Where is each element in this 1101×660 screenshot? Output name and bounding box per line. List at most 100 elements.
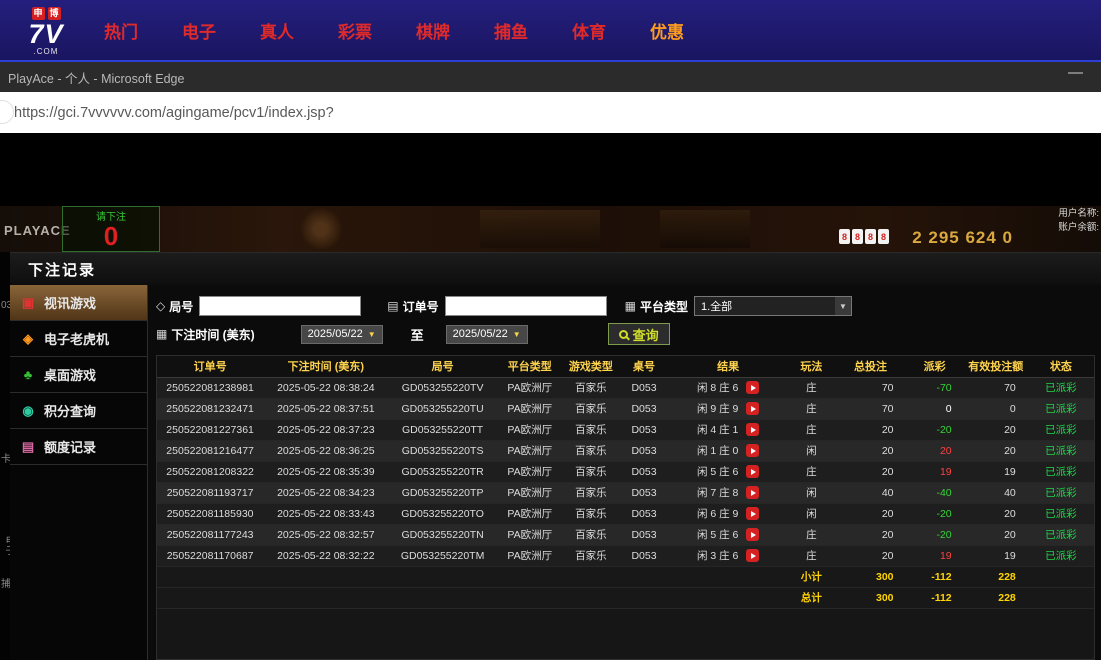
edge-text: 03: [1, 300, 10, 311]
table-cell: GD053255220TU: [388, 398, 496, 419]
table-cell: 70: [964, 377, 1028, 398]
subtotal-row: 小计300-112228: [157, 566, 1094, 587]
table-cell: 40: [964, 482, 1028, 503]
nav-item-cards[interactable]: 棋牌: [416, 18, 450, 43]
nav-item-fishing[interactable]: 捕鱼: [494, 18, 528, 43]
nav-item-slots[interactable]: 电子: [182, 18, 216, 43]
table-cell: 2025-05-22 08:33:43: [263, 503, 388, 524]
table-cell: GD053255220TR: [388, 461, 496, 482]
replay-play-button[interactable]: [746, 423, 759, 436]
replay-play-button[interactable]: [746, 402, 759, 415]
sidebar-item-label: 额度记录: [44, 437, 96, 456]
table-cell: 2025-05-22 08:32:22: [263, 545, 388, 566]
result-text: 闲 4 庄 1: [697, 422, 738, 437]
nav-item-live[interactable]: 真人: [260, 18, 294, 43]
nav-item-lottery[interactable]: 彩票: [338, 18, 372, 43]
result-cell: 闲 8 庄 6: [669, 377, 787, 398]
result-cell: 闲 3 庄 6: [669, 545, 787, 566]
date-to-select[interactable]: 2025/05/22 ▼: [446, 325, 528, 344]
play-icon: [751, 511, 756, 517]
sidebar-item-live-video-games[interactable]: ▣ 视讯游戏: [10, 285, 147, 321]
logo-brand: 7V: [28, 21, 63, 48]
table-row: 2505220812083222025-05-22 08:35:39GD0532…: [157, 461, 1094, 482]
table-cell: [157, 587, 263, 608]
screen: 申 博 7V .COM 热门 电子 真人 彩票 棋牌 捕鱼 体育 优惠 Play…: [0, 0, 1101, 660]
round-number-input[interactable]: [199, 296, 361, 316]
round-number-label: ◇ 局号: [156, 298, 193, 315]
table-cell: [619, 566, 669, 587]
card-icon: 8: [878, 229, 889, 244]
table-row: 2505220812324712025-05-22 08:37:51GD0532…: [157, 398, 1094, 419]
logo-badge-shen: 申: [32, 7, 45, 20]
slot-machine-icon: ◈: [20, 331, 36, 347]
table-cell: 20: [835, 419, 905, 440]
address-bar[interactable]: https://gci.7vvvvvv.com/agingame/pcv1/in…: [0, 92, 1101, 133]
result-cell: 闲 6 庄 9: [669, 503, 787, 524]
status-badge: 已派彩: [1028, 545, 1094, 566]
result-cell: 闲 7 庄 8: [669, 482, 787, 503]
play-icon: [751, 448, 756, 454]
table-cell: -20: [906, 524, 964, 545]
table-cell: GD053255220TO: [388, 503, 496, 524]
status-badge: 已派彩: [1028, 377, 1094, 398]
replay-play-button[interactable]: [746, 486, 759, 499]
records-icon: ▤: [20, 439, 36, 455]
result-text: 闲 7 庄 8: [697, 485, 738, 500]
table-cell: 19: [964, 545, 1028, 566]
table-cell: -40: [906, 482, 964, 503]
table-cell: GD053255220TS: [388, 440, 496, 461]
replay-play-button[interactable]: [746, 381, 759, 394]
nav-menu: 热门 电子 真人 彩票 棋牌 捕鱼 体育 优惠: [104, 18, 684, 43]
column-header: 结果: [669, 356, 787, 377]
table-cell: [1028, 587, 1094, 608]
column-header: 桌号: [619, 356, 669, 377]
status-badge: 已派彩: [1028, 524, 1094, 545]
table-row: 2505220811937172025-05-22 08:34:23GD0532…: [157, 482, 1094, 503]
search-button[interactable]: 查询: [608, 323, 670, 345]
order-number-icon: ▤: [387, 299, 398, 313]
table-cell: [669, 587, 787, 608]
replay-play-button[interactable]: [746, 528, 759, 541]
table-cell: 20: [906, 440, 964, 461]
replay-play-button[interactable]: [746, 507, 759, 520]
sidebar-item-table-games[interactable]: ♣ 桌面游戏: [10, 357, 147, 393]
minimize-button[interactable]: —: [1068, 64, 1083, 81]
records-table-container: 订单号下注时间 (美东)局号平台类型游戏类型桌号结果玩法总投注派彩有效投注额状态…: [156, 355, 1095, 660]
sidebar-item-points-query[interactable]: ◉ 积分查询: [10, 393, 147, 429]
playace-watermark: PLAYACE: [4, 223, 71, 238]
table-cell: GD053255220TP: [388, 482, 496, 503]
date-from-value: 2025/05/22: [308, 328, 363, 340]
platform-type-select[interactable]: 1.全部 ▼: [694, 296, 852, 316]
table-cell: PA欧洲厅: [497, 440, 563, 461]
table-cell: PA欧洲厅: [497, 545, 563, 566]
sidebar-item-slot-machines[interactable]: ◈ 电子老虎机: [10, 321, 147, 357]
result-text: 闲 5 庄 6: [697, 527, 738, 542]
site-logo[interactable]: 申 博 7V .COM: [0, 5, 92, 56]
panel-header: 下注记录: [10, 253, 1101, 285]
order-number-input[interactable]: [445, 296, 607, 316]
nav-item-sports[interactable]: 体育: [572, 18, 606, 43]
column-header: 总投注: [835, 356, 905, 377]
sidebar-item-label: 积分查询: [44, 401, 96, 420]
table-cell: [497, 566, 563, 587]
table-cell: 20: [835, 503, 905, 524]
replay-play-button[interactable]: [746, 549, 759, 562]
table-cell: [388, 587, 496, 608]
replay-play-button[interactable]: [746, 444, 759, 457]
table-cell: PA欧洲厅: [497, 524, 563, 545]
table-cell: 百家乐: [563, 545, 619, 566]
play-icon: [751, 385, 756, 391]
result-cell: 闲 4 庄 1: [669, 419, 787, 440]
replay-play-button[interactable]: [746, 465, 759, 478]
nav-item-promos[interactable]: 优惠: [650, 18, 684, 43]
table-cell: 庄: [787, 419, 835, 440]
date-from-select[interactable]: 2025/05/22 ▼: [301, 325, 383, 344]
table-cell: 百家乐: [563, 398, 619, 419]
user-info-labels: 用户名称: 账户余额:: [1058, 207, 1099, 236]
table-cell: 2025-05-22 08:36:25: [263, 440, 388, 461]
subtotal-row-label: 小计: [787, 566, 835, 587]
table-cell: 百家乐: [563, 461, 619, 482]
table-cell: 250522081193717: [157, 482, 263, 503]
nav-item-hot[interactable]: 热门: [104, 18, 138, 43]
sidebar-item-credit-records[interactable]: ▤ 额度记录: [10, 429, 147, 465]
